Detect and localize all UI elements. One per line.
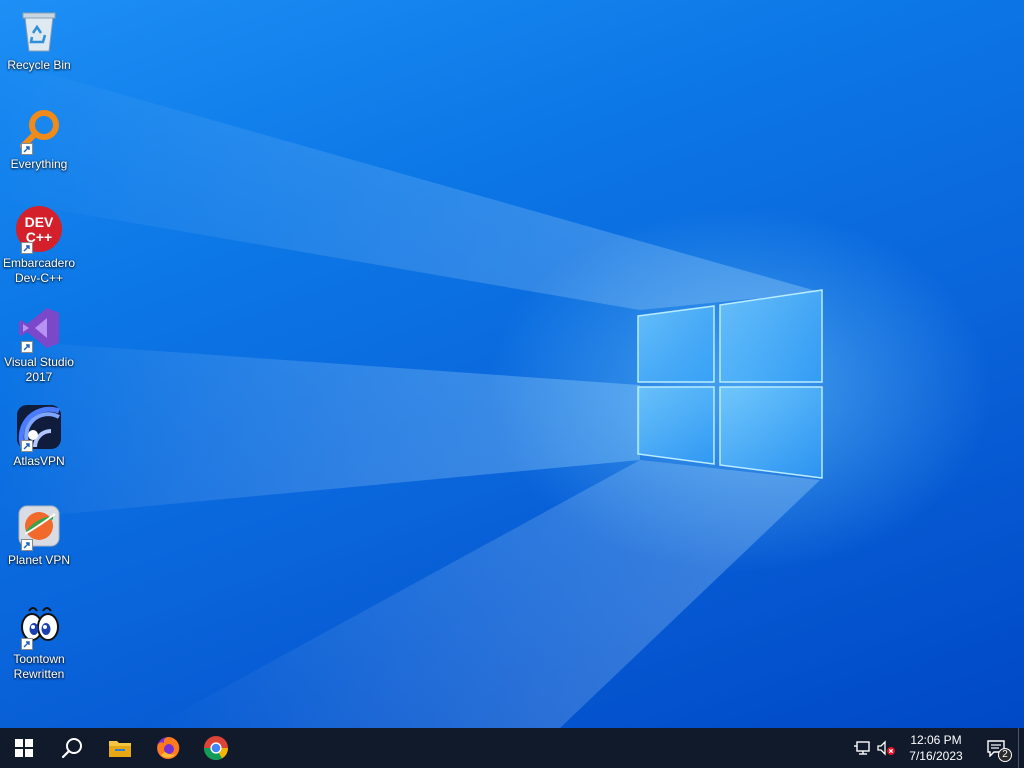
chrome-button[interactable] xyxy=(192,728,240,768)
clock-date: 7/16/2023 xyxy=(909,749,963,763)
planet-vpn-icon xyxy=(14,501,64,551)
search-icon xyxy=(61,738,82,759)
wallpaper-light-beams xyxy=(0,60,820,728)
desktop-icon-label: Visual Studio 2017 xyxy=(4,355,74,384)
everything-search-icon xyxy=(14,105,64,155)
shortcut-arrow-icon xyxy=(21,242,33,254)
desktop-icon-label: Toontown Rewritten xyxy=(13,652,65,681)
shortcut-arrow-icon xyxy=(21,638,33,650)
folder-icon xyxy=(109,741,131,757)
clock-time: 12:06 PM xyxy=(910,733,962,747)
shortcut-arrow-icon xyxy=(21,539,33,551)
clock[interactable]: 12:06 PM 7/16/2023 xyxy=(898,732,974,764)
desktop-icon-devcpp[interactable]: DEV C++ Embarcadero Dev-C++ xyxy=(0,204,78,286)
search-button[interactable] xyxy=(48,728,96,768)
shortcut-arrow-icon xyxy=(21,341,33,353)
devcpp-icon: DEV C++ xyxy=(14,204,64,254)
notification-count-badge: 2 xyxy=(998,748,1012,762)
shortcut-arrow-icon xyxy=(21,440,33,452)
start-button[interactable] xyxy=(0,728,48,768)
desktop-icon-atlasvpn[interactable]: AtlasVPN xyxy=(0,402,78,469)
show-desktop-button[interactable] xyxy=(1018,728,1024,768)
visual-studio-icon xyxy=(14,303,64,353)
desktop-icon-label: AtlasVPN xyxy=(13,454,65,468)
desktop-icon-planet-vpn[interactable]: Planet VPN xyxy=(0,501,78,568)
desktop-icon-label: Embarcadero Dev-C++ xyxy=(2,256,76,285)
network-icon[interactable] xyxy=(850,728,874,768)
desktop-icon-label: Recycle Bin xyxy=(7,58,71,72)
action-center-button[interactable]: 2 xyxy=(974,728,1018,768)
desktop-icon-recycle-bin[interactable]: Recycle Bin xyxy=(0,6,78,73)
desktop-icon-label: Everything xyxy=(10,157,68,171)
windows-logo-icon xyxy=(15,739,33,757)
desktop-icon-everything[interactable]: Everything xyxy=(0,105,78,172)
recycle-bin-icon xyxy=(14,6,64,56)
desktop[interactable]: Recycle Bin Everything DEV C++ Embarcade… xyxy=(0,0,1024,728)
desktop-icon-visual-studio[interactable]: Visual Studio 2017 xyxy=(0,303,78,385)
chrome-icon xyxy=(204,736,228,761)
shortcut-arrow-icon xyxy=(21,143,33,155)
taskbar: 12:06 PM 7/16/2023 2 xyxy=(0,728,1024,768)
file-explorer-button[interactable] xyxy=(96,728,144,768)
atlasvpn-icon xyxy=(14,402,64,452)
desktop-icon-label: Planet VPN xyxy=(7,553,71,567)
wallpaper-windows-logo xyxy=(637,289,823,479)
firefox-icon xyxy=(157,736,180,759)
firefox-button[interactable] xyxy=(144,728,192,768)
desktop-icon-toontown[interactable]: Toontown Rewritten xyxy=(0,600,78,682)
volume-muted-icon[interactable] xyxy=(874,728,898,768)
system-tray: 12:06 PM 7/16/2023 2 xyxy=(850,728,1024,768)
toontown-icon xyxy=(14,600,64,650)
svg-text:DEV: DEV xyxy=(25,214,54,230)
